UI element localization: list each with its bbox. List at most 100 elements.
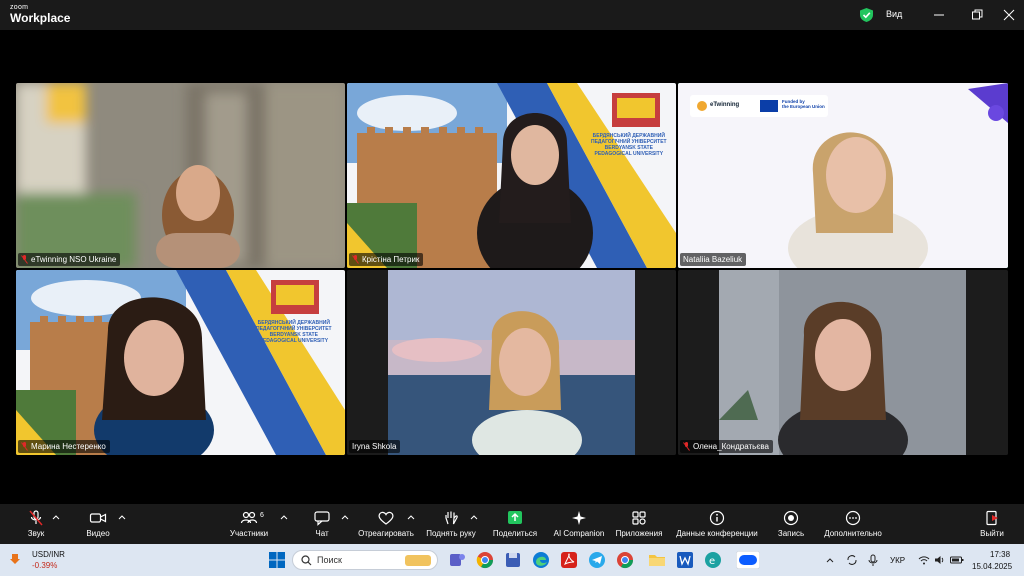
meeting-controls-bar: Звук Видео Участники 6 Чат Отреагировать…	[0, 504, 1024, 544]
brand-small: zoom	[10, 4, 29, 11]
share-button[interactable]: Поделиться	[490, 510, 540, 538]
taskbar-search[interactable]: Поиск	[292, 550, 438, 570]
mic-muted-icon	[352, 255, 359, 264]
eu-line: the European Union	[782, 104, 825, 109]
chat-icon	[314, 511, 330, 526]
video-tile-6[interactable]: Олена_Кондратьєва	[678, 270, 1008, 455]
chevron-up-icon[interactable]	[52, 514, 60, 520]
participant-name-tag: Крістіна Петрик	[349, 253, 424, 266]
mic-muted-icon	[21, 442, 28, 451]
wifi-icon[interactable]	[918, 555, 930, 565]
encryption-shield-icon[interactable]	[860, 8, 873, 22]
chrome-profile-icon[interactable]	[616, 551, 634, 569]
app-logo: zoom Workplace	[10, 4, 70, 24]
view-menu[interactable]: Вид	[886, 9, 902, 19]
teams-icon[interactable]	[448, 551, 466, 569]
share-label: Поделиться	[492, 529, 538, 538]
audio-button[interactable]: Звук	[16, 510, 56, 538]
participant-name-tag: eTwinning NSO Ukraine	[18, 253, 121, 266]
microphone-icon[interactable]	[868, 554, 878, 566]
etwinning-background	[678, 83, 1008, 268]
audio-label: Звук	[27, 529, 45, 538]
volume-icon[interactable]	[934, 555, 946, 565]
more-button[interactable]: Дополнительно	[820, 510, 886, 538]
word-icon[interactable]	[676, 551, 694, 569]
video-button[interactable]: Видео	[78, 510, 118, 538]
clock-date[interactable]: 15.04.2025	[972, 562, 1012, 571]
chevron-up-icon[interactable]	[118, 514, 126, 520]
participant-name: eTwinning NSO Ukraine	[31, 255, 117, 264]
clock-time[interactable]: 17:38	[990, 550, 1010, 559]
university-background	[347, 83, 676, 268]
participant-name: Iryna Shkola	[352, 442, 397, 451]
apps-icon	[632, 511, 646, 525]
save-app-icon[interactable]	[504, 551, 522, 569]
brand-large: Workplace	[10, 11, 71, 25]
participant-name: Nataliia Bazeliuk	[683, 255, 743, 264]
restore-icon[interactable]	[968, 6, 986, 24]
record-icon	[783, 510, 799, 526]
caption-line: PEDAGOGICAL UNIVERSITY	[259, 338, 329, 344]
search-highlight-icon	[405, 555, 431, 566]
camera-icon	[89, 513, 107, 523]
chevron-up-icon[interactable]	[341, 514, 349, 520]
participant-name-tag: Nataliia Bazeliuk	[680, 253, 747, 266]
stock-ticker-widget[interactable]: USD/INR -0.39%	[10, 549, 65, 571]
raise-hand-label: Поднять руку	[426, 529, 476, 538]
zoom-taskbar-icon[interactable]	[736, 551, 760, 569]
close-icon[interactable]	[1000, 6, 1018, 24]
chevron-up-icon[interactable]	[826, 557, 834, 563]
battery-icon[interactable]	[950, 555, 964, 565]
caption-line: PEDAGOGICAL UNIVERSITY	[594, 151, 664, 157]
heart-icon	[378, 511, 394, 525]
hand-icon	[445, 511, 458, 525]
chevron-up-icon[interactable]	[280, 514, 288, 520]
chrome-icon[interactable]	[476, 551, 494, 569]
apps-button[interactable]: Приложения	[613, 510, 665, 538]
video-label: Видео	[86, 529, 110, 538]
participant-name-tag: Олена_Кондратьєва	[680, 440, 774, 453]
record-button[interactable]: Запись	[772, 510, 810, 538]
language-indicator[interactable]: УКР	[890, 556, 905, 565]
arrow-down-icon	[10, 554, 20, 564]
windows-start-icon[interactable]	[268, 551, 286, 569]
blurred-background	[16, 83, 345, 268]
participant-name: Марина Нестеренко	[31, 442, 106, 451]
meeting-info-label: Данные конференции	[676, 529, 758, 538]
mic-muted-icon	[21, 255, 28, 264]
react-label: Отреагировать	[358, 529, 414, 538]
participants-button[interactable]: Участники	[224, 510, 274, 538]
share-icon	[508, 511, 522, 524]
leave-button[interactable]: Выйти	[976, 510, 1008, 538]
chat-label: Чат	[315, 529, 329, 538]
etwinning-logo-text: eTwinning	[710, 102, 740, 108]
telegram-icon[interactable]	[588, 551, 606, 569]
file-explorer-icon[interactable]	[648, 551, 666, 569]
ai-companion-button[interactable]: AI Companion	[550, 510, 608, 538]
chat-button[interactable]: Чат	[302, 510, 342, 538]
apps-label: Приложения	[615, 529, 663, 538]
edge-dev-icon[interactable]: e	[704, 551, 722, 569]
video-tile-3[interactable]: eTwinning Funded by the European Union N…	[678, 83, 1008, 268]
edge-icon[interactable]	[532, 551, 550, 569]
acrobat-icon[interactable]	[560, 551, 578, 569]
minimize-icon[interactable]	[930, 6, 948, 24]
sync-icon[interactable]	[846, 554, 858, 566]
mic-muted-icon	[683, 442, 690, 451]
participant-name: Олена_Кондратьєва	[693, 442, 770, 451]
chevron-up-icon[interactable]	[470, 514, 478, 520]
video-tile-5[interactable]: Iryna Shkola	[347, 270, 676, 455]
video-tile-4[interactable]: БЕРДЯНСЬКИЙ ДЕРЖАВНИЙ ПЕДАГОГІЧНИЙ УНІВЕ…	[16, 270, 345, 455]
university-background	[16, 270, 345, 455]
mic-muted-icon	[29, 510, 43, 526]
meeting-info-button[interactable]: Данные конференции	[672, 510, 762, 538]
participant-name-tag: Iryna Shkola	[349, 440, 401, 453]
video-tile-1[interactable]: eTwinning NSO Ukraine	[16, 83, 345, 268]
sea-background	[347, 270, 676, 455]
windows-taskbar: USD/INR -0.39% Поиск e УКР 17:38 15.04.2…	[0, 544, 1024, 576]
video-tile-2[interactable]: БЕРДЯНСЬКИЙ ДЕРЖАВНИЙ ПЕДАГОГІЧНИЙ УНІВЕ…	[347, 83, 676, 268]
svg-text:e: e	[709, 556, 715, 567]
eu-funding-text: Funded by the European Union	[782, 99, 825, 109]
chevron-up-icon[interactable]	[407, 514, 415, 520]
more-label: Дополнительно	[824, 529, 882, 538]
